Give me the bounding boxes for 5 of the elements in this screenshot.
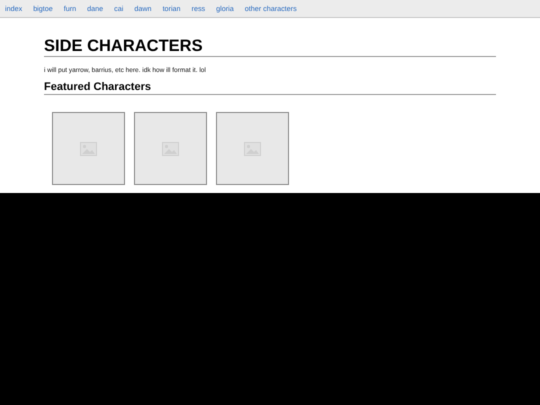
page-title: SIDE CHARACTERS: [44, 18, 496, 57]
image-icon: [80, 142, 97, 156]
image-icon: [162, 142, 179, 156]
section-heading: Featured Characters: [44, 81, 496, 95]
image-icon: [244, 142, 261, 156]
